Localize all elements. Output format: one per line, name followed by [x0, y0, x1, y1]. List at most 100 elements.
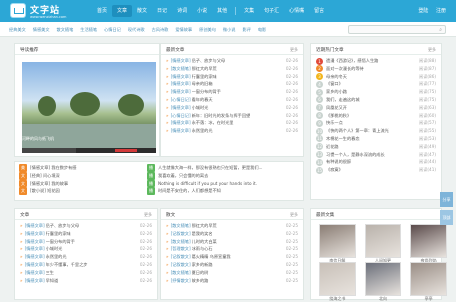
article-category[interactable]: [情感文章]	[171, 104, 191, 112]
strip-item[interactable]: 播我喜欢着，只会懂的的离去	[147, 171, 301, 180]
article-category[interactable]: [记叙散文]	[171, 253, 191, 261]
ranking-item[interactable]: 5 家乡的小路 阅读(75)	[316, 88, 436, 96]
register-link[interactable]: 注册	[436, 8, 446, 14]
ranking-item[interactable]: 13 习惯一个人，是静水深流的成长 阅读(47)	[316, 151, 436, 159]
share-button[interactable]: 分享	[440, 192, 453, 207]
list-item[interactable]: » [情感文章] 永不落：冰，在时光里 02-26	[166, 119, 298, 127]
ranking-title[interactable]: 近花路	[326, 143, 416, 151]
article-title[interactable]: 行囊里的家味	[46, 230, 137, 238]
list-item[interactable]: » [散文随笔] 夏日的树 02-25	[166, 269, 298, 277]
nav-poetry[interactable]: 诗词	[172, 5, 192, 17]
article-title[interactable]: 夏日的树	[192, 269, 283, 277]
list-item[interactable]: » [情感文章] 早知道 02-26	[20, 277, 152, 285]
article-title[interactable]: 故乡的路	[192, 277, 283, 285]
list-item[interactable]: » [哲理散文] 冰雨与心石 02-25	[166, 245, 298, 253]
article-title[interactable]: 三生	[46, 269, 137, 277]
collection-name[interactable]: 亭亭	[411, 296, 446, 302]
list-item[interactable]: » [情感文章] 永然里的光 02-26	[20, 253, 152, 261]
back-to-top-button[interactable]: 顶部	[440, 210, 453, 225]
collection-thumbnail[interactable]: 夜尚烈焰	[410, 224, 447, 263]
article-title[interactable]: 行囊里的家味	[192, 73, 283, 81]
article-category[interactable]: [情感文章]	[25, 277, 45, 285]
article-title[interactable]: 是我的笑名	[192, 230, 283, 238]
ranking-item[interactable]: 1 遗漫《西游记》，感悟人生路 阅读(88)	[316, 57, 436, 65]
essays-more-link[interactable]: 更多	[290, 212, 298, 218]
strip-text[interactable]: [散小说] 短花园	[30, 187, 139, 195]
list-item[interactable]: » [情感文章] 行囊里的家味 02-26	[166, 73, 298, 81]
ranking-title[interactable]: 快乐一点	[326, 119, 416, 127]
ranking-title[interactable]: 《快的两个人》第一章：青上流光	[326, 127, 416, 135]
ranking-title[interactable]: 木棉花一生的春恋	[326, 135, 416, 143]
article-title[interactable]: 葛火精精 乌原宣童我	[192, 253, 283, 261]
category-link[interactable]: 爱情故事	[175, 27, 192, 33]
list-item[interactable]: » [抒情散文] 故乡的路 02-25	[166, 277, 298, 285]
ranking-title[interactable]: 有种说的很醉	[326, 158, 416, 166]
article-category[interactable]: [情感文章]	[171, 73, 191, 81]
article-category[interactable]: [记叙散文]	[171, 261, 191, 269]
ranking-title[interactable]: 《那桃的秋》	[326, 112, 416, 120]
category-link[interactable]: 生活随笔	[80, 27, 97, 33]
strip-text[interactable]: [情感文章] 我的故事	[30, 180, 139, 188]
list-item[interactable]: » [情感文章] 岳子、放步与父母 02-26	[166, 57, 298, 65]
ranking-item[interactable]: 4 《窗口》 阅读(77)	[316, 80, 436, 88]
ranking-item[interactable]: 8 《那桃的秋》 阅读(60)	[316, 112, 436, 120]
ranking-item[interactable]: 12 近花路 阅读(49)	[316, 143, 436, 151]
ranking-item[interactable]: 9 快乐一点 阅读(57)	[316, 119, 436, 127]
nav-sentences[interactable]: 句子汇	[259, 5, 284, 17]
article-category[interactable]: [记叙散文]	[171, 230, 191, 238]
article-category[interactable]: [情感文章]	[25, 230, 45, 238]
article-title[interactable]: 儿时的大白菜	[192, 238, 283, 246]
list-item[interactable]: » [情感文章] 小城时光 02-26	[20, 245, 152, 253]
category-link[interactable]: 经典美文	[9, 27, 26, 33]
nav-mood[interactable]: 心情嘴	[284, 5, 309, 17]
list-item[interactable]: » [情感文章] 岳子、放步与父母 02-26	[20, 222, 152, 230]
login-link[interactable]: 登陆	[418, 8, 428, 14]
ranking-item[interactable]: 7 凤凰花又开 阅读(63)	[316, 104, 436, 112]
article-title[interactable]: 永不落：冰，在时光里	[192, 119, 283, 127]
article-category[interactable]: [散文随笔]	[171, 222, 191, 230]
article-title[interactable]: 那红大的早荒	[192, 222, 283, 230]
article-category[interactable]: [哲理散文]	[171, 245, 191, 253]
article-title[interactable]: 小城时光	[46, 245, 137, 253]
latest-more-link[interactable]: 更多	[290, 47, 298, 53]
list-item[interactable]: » [心情日记] 新年：旧时光的发条与挥手回望 02-26	[166, 112, 298, 120]
strip-item[interactable]: 文 [散小说] 短花园	[19, 187, 139, 196]
strip-item[interactable]: 播人生就像大海一样，那没有很熟也只在短暂，更是我们...	[147, 164, 301, 172]
strip-item[interactable]: 文 [情感文章] 我的故事	[19, 179, 139, 188]
article-title[interactable]: 母亲的旧箱	[192, 80, 283, 88]
collection-thumbnail[interactable]: 北向	[364, 262, 402, 301]
search-icon[interactable]: ⌕	[439, 27, 442, 33]
strip-item[interactable]: 播时间是不安住的，人们都想是不知	[147, 187, 301, 196]
article-category[interactable]: [散文随笔]	[171, 238, 191, 246]
strip-item[interactable]: 文 [经典] 问心境深	[19, 171, 139, 180]
ranking-item[interactable]: 3 母亲的冬天 阅读(86)	[316, 73, 436, 81]
list-item[interactable]: » [散文随笔] 那红大的早荒 02-26	[166, 65, 298, 73]
article-title[interactable]: 岳子、放步与父母	[46, 222, 137, 230]
list-item[interactable]: » [记叙散文] 家乡的新路 02-25	[166, 261, 298, 269]
featured-caption[interactable]: 河畔的风与纸飞机	[22, 136, 54, 142]
article-category[interactable]: [情感文章]	[25, 238, 45, 246]
article-category[interactable]: [心情日记]	[171, 112, 191, 120]
nav-home[interactable]: 首页	[92, 5, 112, 17]
ranking-title[interactable]: 遗漫《西游记》，感悟人生路	[326, 57, 416, 65]
article-category[interactable]: [情感文章]	[25, 245, 45, 253]
list-item[interactable]: » [散文随笔] 那红大的早荒 02-25	[166, 222, 298, 230]
article-title[interactable]: 岳子、放步与父母	[192, 57, 283, 65]
strip-text[interactable]: [经典] 问心境深	[30, 172, 139, 180]
article-category[interactable]: [散文随笔]	[171, 65, 191, 73]
strip-text[interactable]: 我喜欢着，只会懂的的离去	[158, 172, 301, 180]
article-title[interactable]: 一窗分布的背手	[192, 88, 283, 96]
list-item[interactable]: » [散文随笔] 儿时的大白菜 02-25	[166, 238, 298, 246]
category-link[interactable]: 原创美句	[199, 27, 216, 33]
list-item[interactable]: » [情感文章] 永然里的光 02-26	[166, 127, 298, 135]
category-link[interactable]: 情感美文	[33, 27, 50, 33]
site-logo-icon[interactable]	[10, 3, 26, 18]
nav-guestbook[interactable]: 留言	[309, 5, 329, 17]
slideshow-indicator[interactable]	[22, 148, 156, 153]
strip-text[interactable]: Nothing is difficult if you put your han…	[158, 180, 301, 188]
list-item[interactable]: » [记叙散文] 是我的笑名 02-25	[166, 230, 298, 238]
article-title[interactable]: 看年的春天	[192, 96, 283, 104]
article-title[interactable]: 冰雨与心石	[192, 245, 283, 253]
strip-text[interactable]: 时间是不安住的，人们都想是不知	[158, 187, 301, 195]
list-item[interactable]: » [情感文章] 行囊里的家味 02-26	[20, 230, 152, 238]
